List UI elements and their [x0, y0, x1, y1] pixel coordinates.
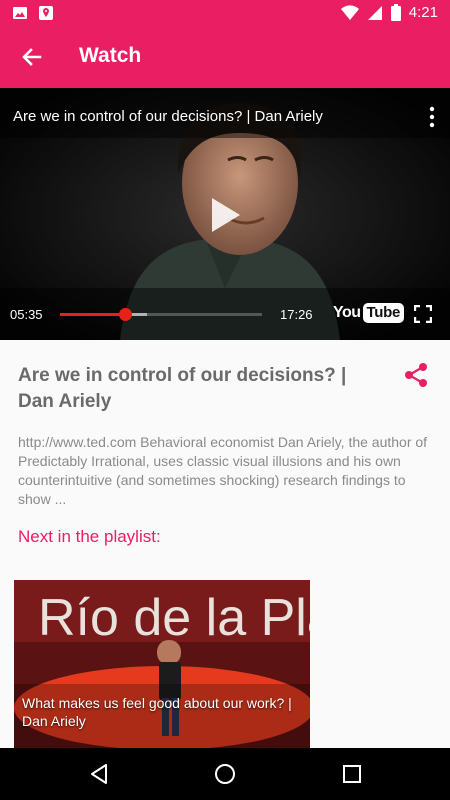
current-time: 05:35 [10, 307, 43, 322]
signal-icon [367, 5, 382, 20]
system-nav-bar [0, 748, 450, 800]
played-bar [60, 313, 125, 316]
fullscreen-icon[interactable] [414, 305, 432, 323]
video-description: http://www.ted.com Behavioral economist … [18, 434, 428, 507]
seek-bar[interactable] [60, 308, 262, 321]
status-time: 4:21 [408, 4, 438, 21]
backdrop-text: Río de la Pla [38, 589, 310, 647]
video-overlay-title: Are we in control of our decisions? | Da… [13, 108, 323, 125]
video-title: Are we in control of our decisions? | Da… [18, 365, 347, 412]
location-icon [39, 6, 53, 20]
app-bar: Watch [0, 26, 450, 88]
status-bar: 4:21 [0, 0, 450, 26]
page-title: Watch [79, 44, 142, 67]
total-time: 17:26 [280, 307, 313, 322]
playlist-item[interactable]: Río de la Pla What makes us feel good ab… [14, 580, 310, 748]
seek-thumb[interactable] [118, 308, 132, 321]
battery-icon [390, 4, 401, 21]
play-icon[interactable] [200, 192, 246, 238]
video-player[interactable]: Are we in control of our decisions? | Da… [0, 88, 450, 340]
playlist-item-title: What makes us feel good about our work? … [22, 695, 292, 729]
youtube-logo-you: You [333, 304, 361, 321]
youtube-logo[interactable]: You Tube [333, 303, 405, 323]
nav-home-icon[interactable] [213, 762, 237, 786]
arrow-back-icon[interactable] [18, 43, 46, 71]
youtube-logo-tube: Tube [362, 303, 405, 323]
image-icon [13, 7, 27, 19]
nav-recents-icon[interactable] [340, 762, 364, 786]
wifi-icon [340, 4, 359, 20]
nav-back-icon[interactable] [87, 762, 111, 786]
playlist-label: Next in the playlist: [18, 527, 161, 546]
video-details: Are we in control of our decisions? | Da… [0, 340, 450, 748]
more-vert-icon[interactable] [428, 106, 436, 128]
share-icon[interactable] [402, 361, 430, 389]
